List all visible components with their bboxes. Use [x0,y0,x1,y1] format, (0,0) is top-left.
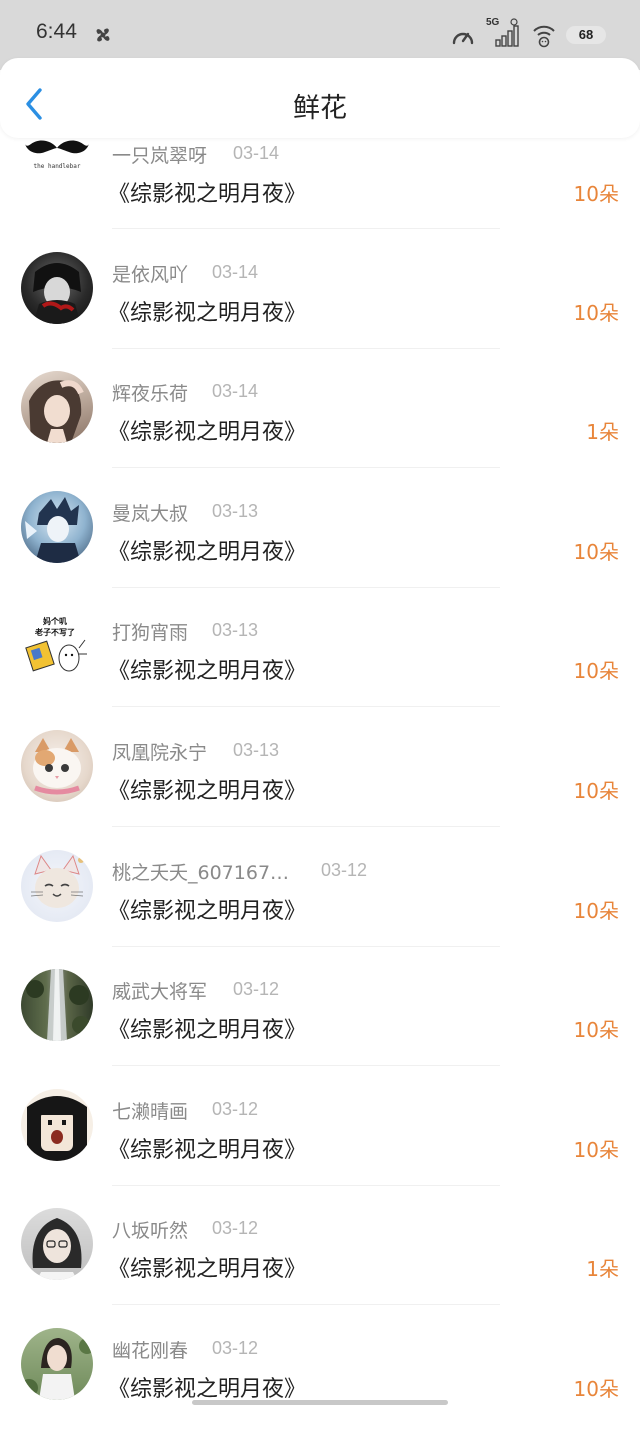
status-time: 6:44 [36,20,77,43]
list-item[interactable]: 桃之夭夭_607167… 03-12 《综影视之明月夜》 10朵 [0,837,640,957]
user-name[interactable]: 曼岚大叔 [112,499,188,526]
list-item[interactable]: 是依风吖 03-14 《综影视之明月夜》 10朵 [0,239,640,359]
book-title[interactable]: 《综影视之明月夜》 [108,653,306,685]
home-indicator[interactable] [192,1400,448,1405]
date: 03-14 [212,381,259,402]
avatar[interactable] [21,1088,93,1161]
user-name[interactable]: 一只岚翠呀 [112,141,207,168]
avatar[interactable] [21,849,93,922]
book-title[interactable]: 《综影视之明月夜》 [108,1371,306,1403]
avatar[interactable] [21,1208,93,1281]
user-name[interactable]: 幽花刚春 [112,1336,188,1363]
fan-icon [96,28,110,42]
divider [112,826,500,827]
avatar[interactable] [21,251,93,324]
flower-count: 1朵 [586,1257,619,1282]
date: 03-12 [321,859,368,880]
date: 03-12 [212,1098,259,1119]
list-item[interactable]: 七濑晴画 03-12 《综影视之明月夜》 10朵 [0,1076,640,1196]
list-item[interactable]: 辉夜乐荷 03-14 《综影视之明月夜》 1朵 [0,358,640,478]
battery-level: 68 [578,27,594,42]
book-title[interactable]: 《综影视之明月夜》 [108,893,306,925]
book-title[interactable]: 《综影视之明月夜》 [108,176,306,208]
flower-count: 10朵 [573,898,619,923]
flower-count: 10朵 [573,1018,619,1043]
page-title: 鲜花 [293,93,347,124]
svg-text:the handlebar: the handlebar [34,163,81,170]
list-item[interactable]: 凤凰院永宁 03-13 《综影视之明月夜》 10朵 [0,717,640,837]
book-title[interactable]: 《综影视之明月夜》 [108,414,306,446]
wifi-icon [533,25,555,48]
user-name[interactable]: 辉夜乐荷 [112,379,188,406]
user-name[interactable]: 七濑晴画 [112,1097,188,1124]
signal-icon [495,18,519,47]
svg-text:妈个叽: 妈个叽 [43,616,67,626]
book-title[interactable]: 《综影视之明月夜》 [108,1012,306,1044]
divider [112,467,500,469]
date: 03-12 [212,1338,259,1358]
svg-text:老子不写了: 老子不写了 [34,627,75,637]
list-item[interactable]: 妈个叽 老子不写了 打狗宵雨 03-13 《综影视之明月夜》 10朵 [0,597,640,717]
flower-count: 10朵 [573,1377,619,1401]
battery-icon: 68 [566,26,606,44]
user-name[interactable]: 威武大将军 [112,977,207,1004]
avatar[interactable] [21,371,93,444]
divider [112,228,500,229]
book-title[interactable]: 《综影视之明月夜》 [108,773,306,805]
list-item[interactable]: 威武大将军 03-12 《综影视之明月夜》 10朵 [0,956,640,1076]
flower-count: 10朵 [573,182,619,206]
divider [112,347,500,349]
divider [112,1065,500,1067]
user-name[interactable]: 八坂听然 [112,1216,188,1243]
date: 03-12 [212,1218,259,1239]
avatar[interactable] [21,969,93,1042]
book-title[interactable]: 《综影视之明月夜》 [108,1251,306,1283]
date: 03-13 [212,500,259,521]
divider [112,1304,500,1306]
list-item[interactable]: 八坂听然 03-12 《综影视之明月夜》 1朵 [0,1195,640,1315]
flower-count: 10朵 [573,779,619,803]
book-title[interactable]: 《综影视之明月夜》 [108,534,306,566]
avatar[interactable] [21,1328,93,1400]
divider [112,706,500,708]
user-name[interactable]: 打狗宵雨 [112,618,188,645]
divider [112,586,500,588]
book-title[interactable]: 《综影视之明月夜》 [108,1132,306,1164]
date: 03-14 [212,261,259,282]
user-name[interactable]: 桃之夭夭_607167… [112,858,289,885]
list-item[interactable]: 幽花刚春 03-12 《综影视之明月夜》 10朵 [0,1315,640,1435]
date: 03-13 [233,740,280,760]
divider [112,945,500,947]
navigation-header: 鲜花 [0,58,640,138]
flower-count: 1朵 [586,420,619,445]
flower-count: 10朵 [573,659,619,684]
flower-count: 10朵 [573,1137,619,1162]
avatar[interactable] [21,730,93,802]
date: 03-14 [233,143,280,163]
divider [112,1184,500,1186]
avatar[interactable]: 妈个叽 老子不写了 [21,610,93,683]
list-item[interactable]: 曼岚大叔 03-13 《综影视之明月夜》 10朵 [0,478,640,598]
book-title[interactable]: 《综影视之明月夜》 [108,295,306,327]
date: 03-13 [212,620,259,641]
speedometer-icon [452,32,474,45]
date: 03-12 [233,979,280,1000]
avatar[interactable] [21,490,93,563]
user-name[interactable]: 凤凰院永宁 [112,738,207,765]
user-name[interactable]: 是依风吖 [112,260,188,287]
flower-count: 10朵 [573,300,619,325]
flower-count: 10朵 [573,539,619,564]
